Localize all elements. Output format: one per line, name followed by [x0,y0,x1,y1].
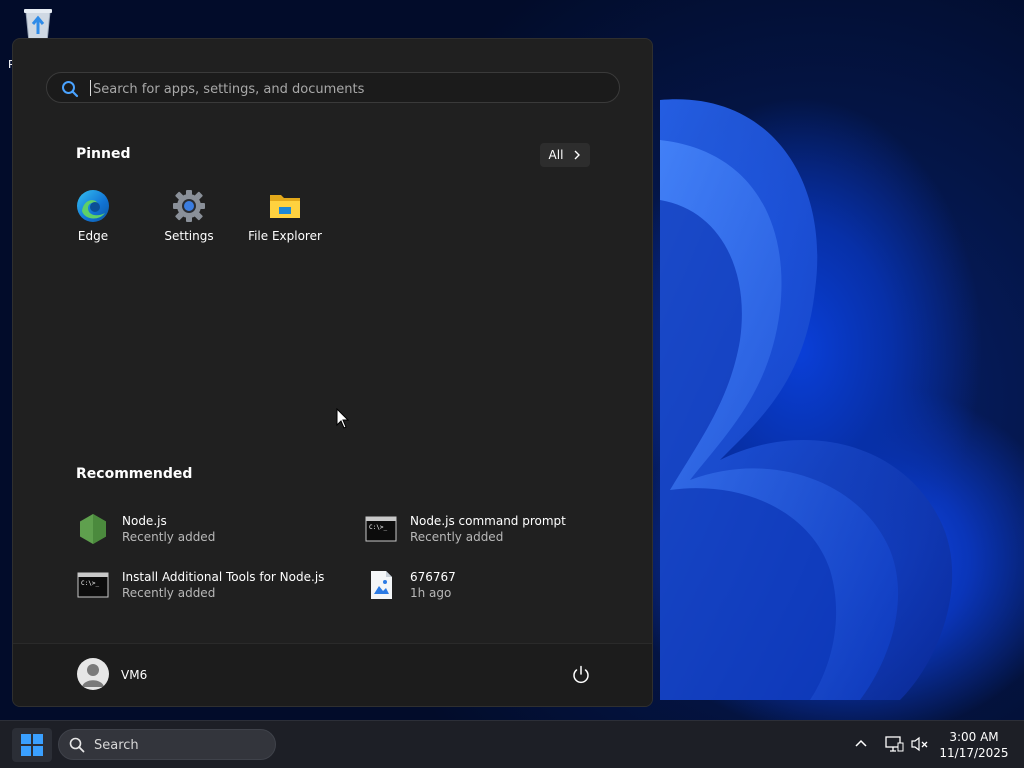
all-apps-button[interactable]: All [540,143,590,167]
pinned-app-label: Edge [77,229,109,243]
volume-muted-icon[interactable] [910,736,930,752]
chevron-up-icon[interactable] [854,738,868,748]
folder-icon [270,195,300,218]
pinned-heading: Pinned [76,146,131,162]
recommended-item-nodejs[interactable]: Node.js Recently added [77,511,347,551]
taskbar-search-label: Search [94,738,139,753]
start-search-input[interactable] [91,77,595,101]
pinned-app-label: File Explorer [248,229,322,243]
recommended-item-676767[interactable]: 676767 1h ago [365,567,635,607]
pinned-app-edge[interactable]: Edge [45,189,141,243]
start-menu: Pinned All Edge [12,38,653,707]
gear-icon [173,190,205,222]
pinned-app-label: Settings [164,229,214,243]
taskbar: Search 3:00 AM 11/17/2025 [0,720,1024,768]
edge-icon [77,190,109,222]
mouse-cursor-icon [336,408,350,429]
start-menu-footer: VM6 [13,643,652,706]
recommended-heading: Recommended [76,466,193,482]
recommended-item-nodejs-command-prompt[interactable]: C:\>_ Node.js command prompt Recently ad… [365,511,635,551]
svg-text:C:\>_: C:\>_ [81,580,99,587]
chevron-right-icon [574,150,581,160]
start-button[interactable] [12,728,52,762]
clock-date: 11/17/2025 [939,746,1009,760]
pinned-app-settings[interactable]: Settings [141,189,237,243]
recommended-item-subtitle: Recently added [122,586,216,600]
network-icon[interactable] [884,735,904,753]
terminal-icon: C:\>_ [77,572,109,598]
power-icon[interactable] [570,664,592,686]
clock-time: 3:00 AM [949,730,999,744]
all-apps-label: All [548,148,564,162]
recommended-item-title: Node.js [122,514,167,528]
recommended-item-title: Node.js command prompt [410,514,566,528]
start-search-box[interactable] [46,72,620,103]
terminal-icon: C:\>_ [365,516,397,542]
windows-logo-icon [21,734,43,756]
nodejs-icon [80,514,106,544]
recommended-item-subtitle: 1h ago [410,586,452,600]
search-icon [62,81,79,98]
user-name[interactable]: VM6 [121,668,147,682]
search-icon [69,737,85,753]
user-icon [82,664,104,687]
recommended-item-title: 676767 [410,570,456,584]
recommended-item-install-tools[interactable]: C:\>_ Install Additional Tools for Node.… [77,567,347,607]
svg-text:C:\>_: C:\>_ [369,524,387,531]
taskbar-search-box[interactable]: Search [58,729,276,760]
recommended-item-title: Install Additional Tools for Node.js [122,570,325,584]
wallpaper-bloom [660,99,953,700]
recommended-item-subtitle: Recently added [410,530,504,544]
recommended-item-subtitle: Recently added [122,530,216,544]
user-avatar[interactable] [77,658,109,690]
taskbar-clock[interactable]: 3:00 AM 11/17/2025 [938,729,1010,761]
pinned-app-file-explorer[interactable]: File Explorer [237,189,333,243]
image-file-icon [371,571,392,599]
